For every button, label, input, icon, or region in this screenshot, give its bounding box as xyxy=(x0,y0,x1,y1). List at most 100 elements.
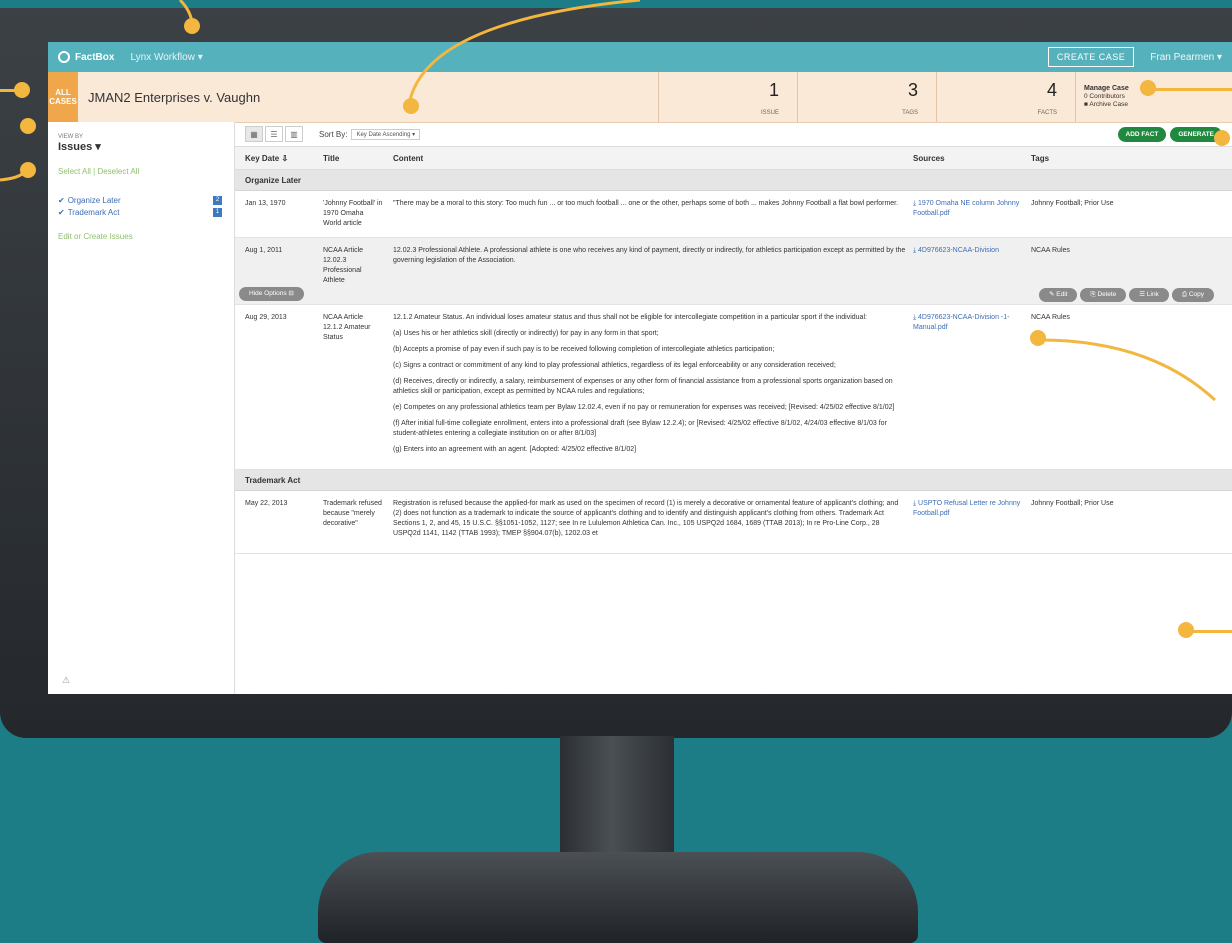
cell-content: 12.1.2 Amateur Status. An individual los… xyxy=(383,305,907,469)
select-links: Select All | Deselect All xyxy=(58,167,140,176)
columns-menu-icon[interactable]: ▥ xyxy=(285,126,303,142)
cell-tags: NCAA Rules xyxy=(1031,247,1070,254)
stat-value: 4 xyxy=(1046,80,1057,100)
case-bar: ALL CASES JMAN2 Enterprises v. Vaughn 1 … xyxy=(48,72,1232,123)
list-view-icon[interactable]: ☰ xyxy=(265,126,283,142)
check-icon: ✔ xyxy=(58,195,65,205)
stat-issues[interactable]: 1 ISSUE xyxy=(658,72,797,122)
warning-icon[interactable]: ⚠ xyxy=(62,675,70,686)
cell-title: Trademark refused because "merely decora… xyxy=(323,500,382,527)
column-header-key-date[interactable]: Key Date ⇩ xyxy=(235,154,315,163)
callout-line xyxy=(1192,630,1232,633)
select-all-link[interactable]: Select All xyxy=(58,167,91,176)
hide-options-button[interactable]: Hide Options ⊟ xyxy=(239,287,304,301)
row-actions: ✎ Edit ⎘ Delete ☰ Link ⎙ Copy xyxy=(1039,288,1214,302)
edit-issues-link[interactable]: Edit or Create Issues xyxy=(58,232,234,241)
monitor-stand-base xyxy=(318,852,918,943)
sort-select[interactable]: Key Date Ascending ▾ xyxy=(351,128,421,140)
cell-content: 12.02.3 Professional Athlete. A professi… xyxy=(383,238,907,294)
content-paragraph: 12.02.3 Professional Athlete. A professi… xyxy=(393,247,906,264)
cell-title: NCAA Article 12.02.3 Professional Athlet… xyxy=(323,247,364,284)
issue-item-organize-later[interactable]: ✔ Organize Later 2 xyxy=(58,194,234,206)
content-paragraph: (g) Enters into an agreement with an age… xyxy=(393,446,637,453)
edit-button[interactable]: ✎ Edit xyxy=(1039,288,1078,302)
callout-dot xyxy=(20,118,36,134)
content-paragraph: (f) After initial full-time collegiate e… xyxy=(393,420,887,437)
issue-item-trademark-act[interactable]: ✔ Trademark Act 1 xyxy=(58,206,234,218)
callout-dot xyxy=(1030,330,1046,346)
case-title: JMAN2 Enterprises v. Vaughn xyxy=(88,89,261,105)
sort-by-label: Sort By: xyxy=(319,129,348,139)
delete-button[interactable]: ⎘ Delete xyxy=(1080,288,1127,302)
table-row[interactable]: Aug 29, 2013 NCAA Article 12.1.2 Amateur… xyxy=(235,305,1232,470)
content-paragraph: (e) Competes on any professional athleti… xyxy=(393,404,895,411)
add-fact-button[interactable]: ADD FACT xyxy=(1117,126,1167,142)
callout-line xyxy=(1154,88,1232,91)
issue-label: Organize Later xyxy=(67,195,121,205)
source-link[interactable]: ⤓ 1970 Omaha NE column Johnny Football.p… xyxy=(907,191,1025,237)
callout-dot xyxy=(20,162,36,178)
table-header: Key Date ⇩ Title Content Sources Tags xyxy=(235,146,1232,170)
cell-date: May 22, 2013 xyxy=(245,500,288,507)
cell-tags: Johnny Football; Prior Use xyxy=(1031,500,1114,507)
view-by-dropdown[interactable]: Issues ▾ xyxy=(58,140,234,153)
cell-content: Registration is refused because the appl… xyxy=(383,491,907,553)
stat-label: FACTS xyxy=(1037,110,1057,116)
archive-case-label: Archive Case xyxy=(1089,101,1129,108)
stat-facts[interactable]: 4 FACTS xyxy=(936,72,1075,122)
app-screen: FactBox Lynx Workflow ▾ CREATE CASE Fran… xyxy=(48,42,1232,694)
stat-value: 1 xyxy=(768,80,779,100)
brand-name: FactBox xyxy=(75,51,115,63)
user-menu[interactable]: Fran Pearmen ▾ xyxy=(1150,52,1222,63)
source-link[interactable]: ⤓ 4D976623-NCAA-Division xyxy=(907,238,1025,294)
callout-dot xyxy=(403,98,419,114)
column-header-title[interactable]: Title xyxy=(315,154,383,163)
callout-dot xyxy=(1214,130,1230,146)
all-cases-button[interactable]: ALL CASES xyxy=(48,72,78,122)
archive-case-link[interactable]: ■ Archive Case xyxy=(1084,101,1129,109)
grid-view-icon[interactable]: ▦ xyxy=(245,126,263,142)
column-header-sources[interactable]: Sources xyxy=(907,154,1025,163)
cell-date: Jan 13, 1970 xyxy=(245,200,286,207)
manage-case-link[interactable]: Manage Case xyxy=(1084,85,1129,93)
stat-tags[interactable]: 3 TAGS xyxy=(797,72,936,122)
logo-icon xyxy=(58,51,70,63)
deselect-all-link[interactable]: Deselect All xyxy=(97,167,139,176)
copy-button[interactable]: ⎙ Copy xyxy=(1171,288,1214,302)
link-button[interactable]: ☰ Link xyxy=(1129,288,1169,302)
group-header: Organize Later xyxy=(235,170,1232,191)
column-header-content[interactable]: Content xyxy=(383,154,907,163)
content-paragraph: (a) Uses his or her athletics skill (dir… xyxy=(393,330,659,337)
fact-list-panel: ▦ ☰ ▥ Sort By: Key Date Ascending ▾ ADD … xyxy=(235,122,1232,694)
issue-label: Trademark Act xyxy=(67,207,120,217)
stat-value: 3 xyxy=(907,80,918,100)
cell-date: Aug 1, 2011 xyxy=(245,247,283,254)
issue-count-badge: 1 xyxy=(213,207,222,217)
stat-label: ISSUE xyxy=(760,110,779,116)
contributors-link[interactable]: 0 Contributors xyxy=(1084,93,1129,101)
content-paragraph: (d) Receives, directly or indirectly, a … xyxy=(393,378,893,395)
brand[interactable]: FactBox xyxy=(58,51,114,63)
monitor-stand-neck xyxy=(560,736,674,860)
content-paragraph: Registration is refused because the appl… xyxy=(393,500,899,537)
issue-list: ✔ Organize Later 2 ✔ Trademark Act 1 xyxy=(58,194,234,218)
source-link[interactable]: ⤓ 4D976623-NCAA-Division -1-Manual.pdf xyxy=(907,305,1025,469)
cell-title: 'Johnny Football' in 1970 Omaha World ar… xyxy=(323,200,383,227)
source-link[interactable]: ⤓ USPTO Refusal Letter re Johnny Footbal… xyxy=(907,491,1025,553)
content-paragraph: 12.1.2 Amateur Status. An individual los… xyxy=(393,314,867,321)
callout-dot xyxy=(14,82,30,98)
cell-tags: NCAA Rules xyxy=(1031,314,1070,321)
cell-title: NCAA Article 12.1.2 Amateur Status xyxy=(323,314,371,341)
table-row[interactable]: Jan 13, 1970 'Johnny Football' in 1970 O… xyxy=(235,191,1232,238)
column-header-tags[interactable]: Tags xyxy=(1025,154,1232,163)
table-row[interactable]: May 22, 2013 Trademark refused because "… xyxy=(235,491,1232,554)
issue-count-badge: 2 xyxy=(213,195,222,205)
check-icon: ✔ xyxy=(58,207,65,217)
sidebar: VIEW BY Issues ▾ Select All | Deselect A… xyxy=(48,122,235,694)
stat-label: TAGS xyxy=(902,110,918,116)
workflow-menu[interactable]: Lynx Workflow ▾ xyxy=(130,52,202,63)
content-paragraph: "There may be a moral to this story: Too… xyxy=(393,200,899,207)
table-row[interactable]: Aug 1, 2011 NCAA Article 12.02.3 Profess… xyxy=(235,238,1232,305)
create-case-button[interactable]: CREATE CASE xyxy=(1047,47,1135,67)
cell-tags: Johnny Football; Prior Use xyxy=(1031,200,1114,207)
